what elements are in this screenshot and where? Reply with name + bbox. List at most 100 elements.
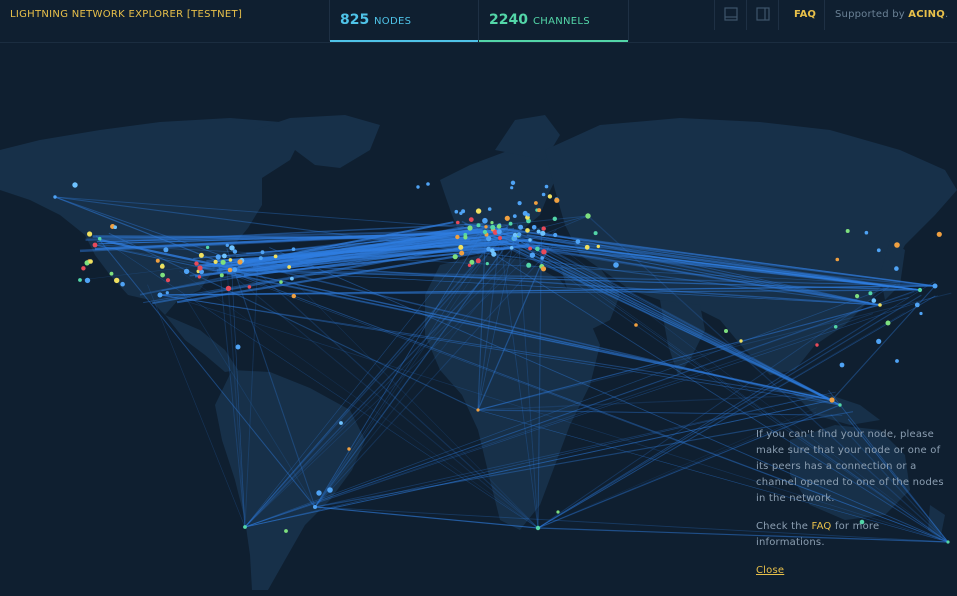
network-node[interactable] [724, 329, 728, 333]
network-node[interactable] [84, 277, 91, 284]
network-node[interactable] [526, 213, 530, 217]
network-node[interactable] [456, 220, 460, 225]
network-node[interactable] [416, 185, 420, 189]
network-node[interactable] [198, 252, 204, 258]
network-node[interactable] [537, 208, 542, 213]
network-node[interactable] [284, 529, 288, 533]
network-node[interactable] [541, 192, 546, 197]
network-node[interactable] [273, 254, 278, 259]
network-node[interactable] [120, 281, 125, 287]
network-node[interactable] [459, 211, 463, 215]
network-node[interactable] [845, 229, 850, 233]
network-node[interactable] [540, 230, 546, 236]
network-node[interactable] [864, 230, 869, 235]
network-node[interactable] [235, 344, 241, 350]
network-node[interactable] [157, 292, 163, 298]
network-node[interactable] [541, 226, 546, 231]
network-node[interactable] [327, 487, 333, 493]
network-node[interactable] [498, 236, 502, 240]
network-node[interactable] [540, 266, 547, 272]
network-node[interactable] [205, 245, 210, 250]
network-node[interactable] [87, 231, 93, 237]
network-node[interactable] [536, 229, 541, 234]
network-node[interactable] [247, 285, 252, 289]
network-node[interactable] [894, 242, 900, 248]
sidebar-toggle-button[interactable] [746, 0, 779, 30]
network-node[interactable] [227, 267, 233, 273]
network-node[interactable] [88, 259, 93, 264]
network-node[interactable] [467, 225, 473, 231]
network-node[interactable] [243, 525, 247, 529]
network-node[interactable] [279, 280, 283, 284]
network-node[interactable] [222, 253, 227, 259]
network-node[interactable] [932, 283, 938, 289]
network-node[interactable] [894, 266, 899, 271]
network-node[interactable] [946, 540, 950, 544]
network-node[interactable] [485, 262, 489, 266]
network-node[interactable] [290, 276, 294, 281]
network-node[interactable] [487, 207, 492, 211]
network-node[interactable] [525, 228, 530, 233]
network-node[interactable] [815, 343, 819, 347]
network-node[interactable] [475, 208, 482, 214]
network-node[interactable] [547, 194, 553, 199]
network-node[interactable] [540, 256, 544, 260]
network-node[interactable] [225, 243, 229, 247]
network-node[interactable] [220, 259, 226, 265]
network-node[interactable] [81, 266, 86, 271]
network-node[interactable] [518, 224, 524, 230]
network-node[interactable] [475, 258, 481, 264]
network-node[interactable] [876, 248, 881, 253]
network-node[interactable] [459, 250, 465, 256]
network-node[interactable] [833, 325, 838, 329]
network-node[interactable] [552, 216, 557, 221]
network-node[interactable] [476, 223, 481, 228]
network-node[interactable] [839, 362, 845, 368]
faq-link[interactable]: FAQ [794, 9, 816, 20]
network-node[interactable] [258, 256, 263, 261]
network-node[interactable] [508, 221, 513, 226]
network-node[interactable] [554, 197, 560, 203]
network-node[interactable] [885, 320, 891, 326]
network-node[interactable] [467, 263, 472, 267]
network-node[interactable] [183, 268, 190, 275]
network-node[interactable] [316, 490, 322, 496]
network-node[interactable] [529, 252, 536, 258]
network-node[interactable] [613, 262, 619, 268]
network-node[interactable] [260, 250, 265, 255]
network-node[interactable] [482, 229, 488, 235]
network-node[interactable] [512, 214, 517, 219]
network-node[interactable] [313, 505, 317, 509]
network-node[interactable] [584, 244, 590, 250]
network-node[interactable] [114, 277, 120, 284]
network-node[interactable] [484, 225, 488, 229]
network-node[interactable] [556, 510, 560, 514]
network-node[interactable] [197, 265, 203, 271]
network-node[interactable] [339, 421, 343, 425]
network-node[interactable] [739, 339, 743, 343]
network-node[interactable] [237, 259, 243, 265]
network-node[interactable] [458, 244, 464, 250]
network-node[interactable] [575, 239, 581, 245]
network-node[interactable] [510, 180, 516, 185]
network-node[interactable] [504, 215, 510, 221]
network-node[interactable] [868, 291, 873, 296]
network-node[interactable] [455, 234, 460, 240]
network-node[interactable] [482, 217, 488, 224]
network-node[interactable] [585, 213, 591, 219]
network-node[interactable] [165, 291, 169, 295]
network-node[interactable] [544, 184, 549, 189]
network-node[interactable] [476, 408, 480, 412]
network-node[interactable] [160, 272, 166, 278]
network-node[interactable] [509, 246, 514, 250]
network-node[interactable] [490, 221, 494, 225]
network-node[interactable] [468, 217, 474, 223]
network-node[interactable] [219, 273, 224, 278]
network-node[interactable] [534, 201, 538, 205]
nodes-stat-tab[interactable]: 825 NODES [329, 0, 478, 42]
network-node[interactable] [526, 262, 532, 268]
network-node[interactable] [553, 232, 558, 238]
network-node[interactable] [287, 265, 292, 269]
network-node[interactable] [535, 525, 541, 531]
network-node[interactable] [232, 249, 238, 254]
